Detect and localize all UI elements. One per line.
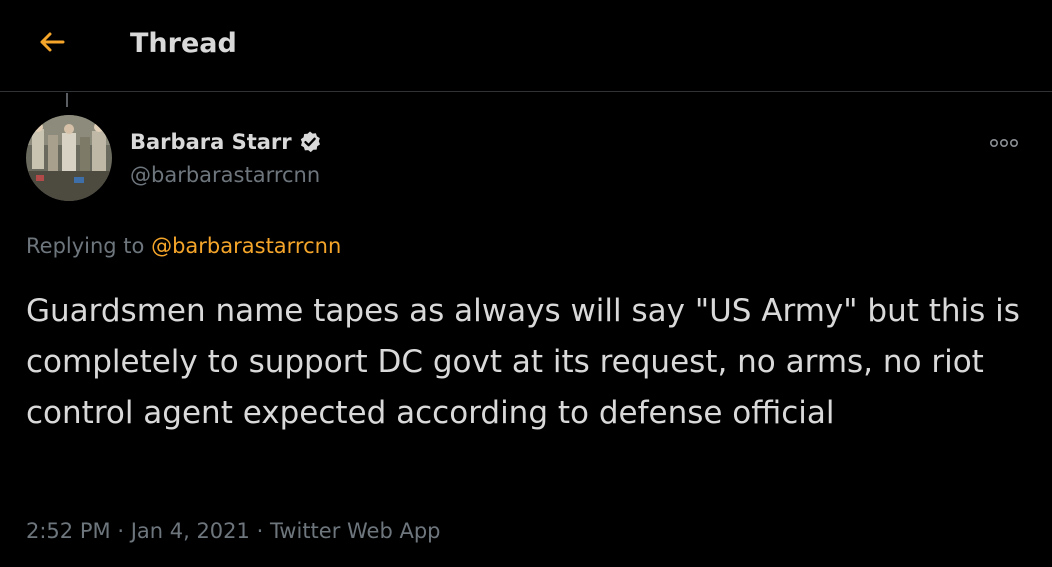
- tweet-source[interactable]: Twitter Web App: [270, 519, 441, 543]
- replying-to-label: Replying to: [26, 234, 145, 258]
- replying-to: Replying to @barbarastarrcnn: [26, 234, 341, 258]
- meta-separator: ·: [117, 519, 124, 543]
- verified-badge-icon: [298, 130, 322, 154]
- author-handle[interactable]: @barbarastarrcnn: [130, 163, 320, 187]
- thread-header: Thread: [0, 0, 1052, 92]
- tweet-date[interactable]: Jan 4, 2021: [131, 519, 250, 543]
- replying-to-mention[interactable]: @barbarastarrcnn: [151, 234, 341, 258]
- page-title: Thread: [130, 28, 237, 59]
- tweet-time[interactable]: 2:52 PM: [26, 519, 111, 543]
- tweet-text: Guardsmen name tapes as always will say …: [26, 293, 1020, 431]
- tweet-metadata: 2:52 PM · Jan 4, 2021 · Twitter Web App: [26, 519, 441, 543]
- more-options-icon: [989, 133, 1019, 152]
- arrow-left-icon: [38, 31, 66, 57]
- author-name-row: Barbara Starr: [130, 130, 322, 154]
- meta-separator: ·: [256, 519, 264, 543]
- thread-connector-line: [66, 93, 68, 107]
- author-name[interactable]: Barbara Starr: [130, 130, 292, 154]
- avatar[interactable]: [26, 115, 112, 201]
- back-button[interactable]: [32, 28, 72, 60]
- more-options-button[interactable]: [986, 130, 1022, 154]
